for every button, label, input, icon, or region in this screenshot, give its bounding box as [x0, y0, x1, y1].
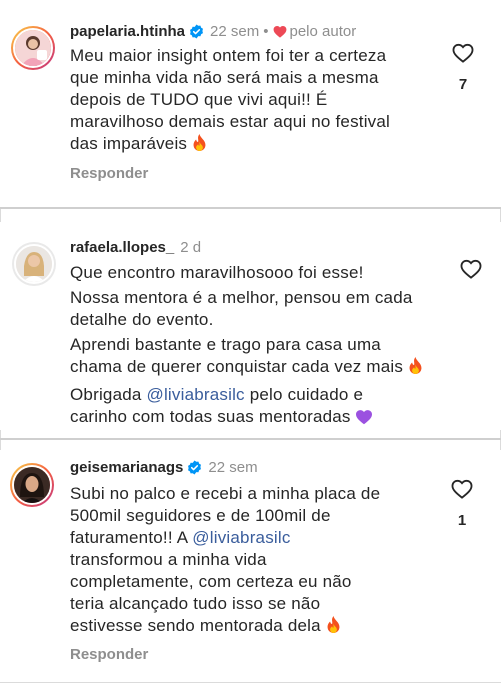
comment-line-with-emoji: estivesse sendo mentorada dela — [70, 615, 440, 640]
comment-header: geisemarianags 22 sem — [70, 458, 258, 481]
thanks-prefix: Obrigada — [70, 385, 142, 404]
comment-paragraph-text: Aprendi bastante e trago para casa uma c… — [70, 335, 404, 376]
comment-paragraph-thanks: Obrigada @liviabrasilc pelo cuidado e ca… — [70, 384, 425, 431]
comment-paragraph: Nossa mentora é a melhor, pensou em cada… — [70, 288, 413, 329]
comment-paragraph: Que encontro maravilhosooo foi esse! — [70, 263, 364, 282]
heart-outline-icon — [460, 259, 482, 283]
timestamp[interactable]: 22 sem — [210, 23, 259, 40]
mention-link[interactable]: @liviabrasilc — [146, 385, 244, 404]
comment-line-with-mention: faturamento!! A @liviabrasilc — [70, 527, 440, 549]
comment-line: estivesse sendo mentorada dela — [70, 616, 321, 635]
avatar[interactable] — [12, 242, 56, 286]
comment-text: Subi no palco e recebi a minha placa de … — [70, 483, 440, 640]
username[interactable]: rafaela.llopes_ — [70, 239, 174, 256]
separator-dot: • — [263, 23, 269, 40]
heart-outline-icon — [452, 43, 474, 67]
reply-button[interactable]: Responder — [70, 646, 148, 663]
like-button[interactable] — [460, 259, 482, 279]
comment-line: maravilhoso demais estar aqui no festiva… — [70, 112, 391, 131]
verified-badge-icon — [187, 460, 202, 481]
fire-emoji — [325, 615, 342, 640]
reply-button[interactable]: Responder — [70, 165, 148, 182]
comment-line: Meu maior insight ontem foi ter a certez… — [70, 46, 387, 65]
like-button[interactable] — [452, 43, 474, 63]
username[interactable]: papelaria.htinha — [70, 23, 185, 40]
comment-line: Subi no palco e recebi a minha placa de — [70, 484, 381, 503]
purple-heart-emoji — [355, 409, 373, 431]
comment-line-prefix: faturamento!! A — [70, 528, 188, 547]
heart-outline-icon — [451, 479, 473, 503]
comment-line: teria alcançado tudo isso se não — [70, 594, 321, 613]
comment-line: transformou a minha vida — [70, 550, 267, 569]
liked-by-author-label: pelo autor — [289, 23, 357, 40]
avatar-image — [13, 28, 53, 68]
timestamp[interactable]: 22 sem — [208, 459, 257, 476]
comment-line: 500mil seguidores e de 100mil de — [70, 506, 331, 525]
comment-header: papelaria.htinha 22 sem • pelo autor — [70, 22, 356, 45]
avatar[interactable] — [11, 26, 55, 70]
divider — [0, 207, 501, 209]
divider — [0, 438, 501, 440]
comment-paragraph-with-emoji: Aprendi bastante e trago para casa uma c… — [70, 334, 425, 381]
comment-1: papelaria.htinha 22 sem • pelo autor Meu ma… — [0, 0, 501, 208]
comment-line: que minha vida não será mais a mesma — [70, 68, 379, 87]
mention-link[interactable]: @liviabrasilc — [192, 528, 290, 547]
heart-filled-icon — [273, 24, 287, 44]
verified-badge-icon — [189, 24, 204, 45]
comment-text: Meu maior insight ontem foi ter a certez… — [70, 45, 440, 158]
avatar[interactable] — [10, 463, 54, 507]
comment-header: rafaela.llopes_ 2 d — [70, 238, 201, 258]
comment-line: depois de TUDO que vivi aqui!! É — [70, 90, 328, 109]
avatar-image — [14, 244, 54, 284]
like-button[interactable] — [451, 479, 473, 499]
like-count: 1 — [457, 512, 467, 529]
comment-2: rafaela.llopes_ 2 d Que encontro maravilh… — [0, 222, 501, 430]
comment-line: das imparáveis — [70, 134, 188, 153]
comment-3: geisemarianags 22 sem Subi no palco e rec… — [0, 450, 501, 682]
fire-emoji — [407, 356, 424, 381]
like-count: 7 — [458, 76, 468, 93]
avatar-image — [12, 465, 52, 505]
username[interactable]: geisemarianags — [70, 459, 183, 476]
timestamp[interactable]: 2 d — [180, 239, 201, 256]
fire-emoji — [191, 133, 208, 158]
comment-line-with-emoji: das imparáveis — [70, 133, 440, 158]
comment-line: completamente, com certeza eu não — [70, 572, 352, 591]
comment-text: Que encontro maravilhosooo foi esse! Nos… — [70, 262, 425, 431]
